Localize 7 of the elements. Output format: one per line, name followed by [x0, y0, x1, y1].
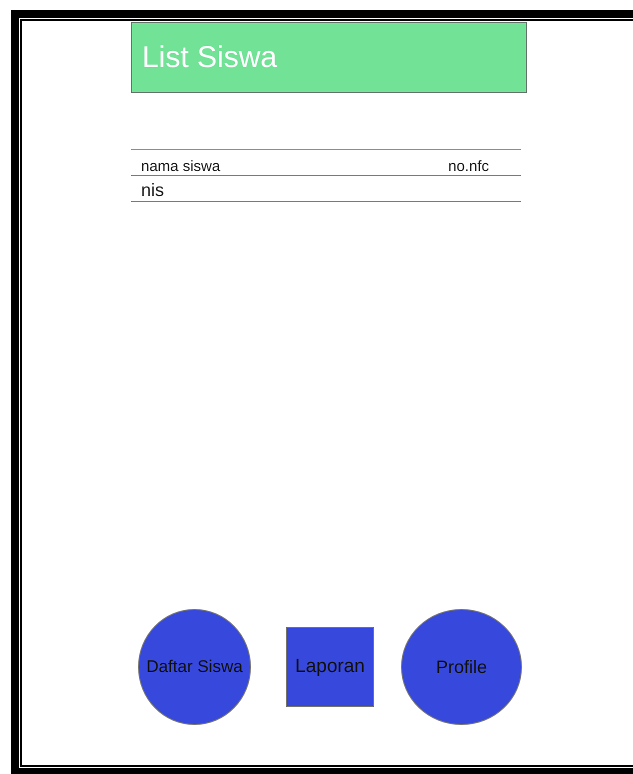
column-label: nama siswa	[141, 158, 220, 175]
nav-button[interactable]: Daftar Siswa	[138, 609, 251, 725]
row-label: nis	[141, 181, 164, 201]
nav-button[interactable]: Laporan	[286, 627, 374, 707]
page-title: List Siswa	[142, 40, 278, 74]
nav-button[interactable]: Profile	[401, 609, 522, 725]
column-label: no.nfc	[448, 158, 489, 175]
